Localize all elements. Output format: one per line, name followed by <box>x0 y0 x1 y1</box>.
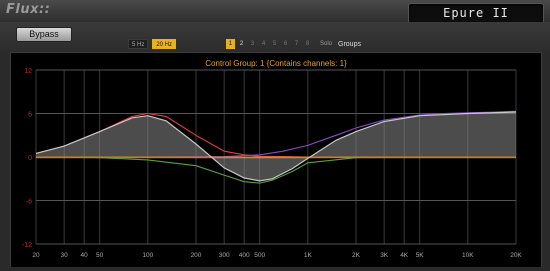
channel-1-button[interactable]: 1 <box>226 39 235 49</box>
y-tick-label: -6 <box>26 199 32 206</box>
channel-7-button[interactable]: 7 <box>292 39 301 49</box>
x-tick-label: 4K <box>400 252 409 259</box>
x-tick-label: 30 <box>61 252 69 259</box>
y-tick-label: 12 <box>24 68 32 75</box>
x-tick-label: 300 <box>219 252 230 259</box>
channel-selector: 1 2 3 4 5 6 7 8 Solo Groups <box>226 39 361 49</box>
x-tick-label: 20K <box>510 252 522 259</box>
control-group-caption: Control Group: 1 {Contains channels: 1} <box>205 59 347 68</box>
eq-graph[interactable]: 12 6 0 -6 -12 20 30 40 50 100 200 300 400 500 1K 2K 3K 4… <box>11 53 541 267</box>
y-axis-ticks: 12 6 0 -6 -12 <box>22 68 32 249</box>
resolution-5hz-button[interactable]: 5 Hz <box>128 39 149 49</box>
total-fill <box>36 112 516 181</box>
plugin-name-box: Epure II <box>408 3 544 24</box>
x-tick-label: 1K <box>304 252 313 259</box>
x-tick-label: 500 <box>254 252 265 259</box>
x-tick-label: 50 <box>96 252 104 259</box>
total-area <box>36 112 516 181</box>
x-tick-label: 3K <box>380 252 389 259</box>
channel-8-button[interactable]: 8 <box>303 39 312 49</box>
plugin-name: Epure II <box>443 6 509 20</box>
groups-button[interactable]: Groups <box>338 41 361 48</box>
toolbar: Bypass 5 Hz 20 Hz 1 2 3 4 5 6 7 8 Solo G… <box>0 22 550 52</box>
y-tick-label: 6 <box>28 112 32 119</box>
x-tick-label: 400 <box>239 252 250 259</box>
channel-2-button[interactable]: 2 <box>237 39 246 49</box>
y-tick-label: -12 <box>22 242 32 249</box>
channel-3-button[interactable]: 3 <box>248 39 257 49</box>
eq-graph-frame[interactable]: 12 6 0 -6 -12 20 30 40 50 100 200 300 400 500 1K 2K 3K 4… <box>10 52 542 267</box>
y-tick-label: 0 <box>28 155 32 162</box>
x-tick-label: 100 <box>142 252 153 259</box>
bypass-button[interactable]: Bypass <box>16 27 72 42</box>
x-tick-label: 20 <box>32 252 40 259</box>
x-tick-label: 200 <box>191 252 202 259</box>
channel-5-button[interactable]: 5 <box>270 39 279 49</box>
x-tick-label: 10K <box>462 252 474 259</box>
x-axis-ticks: 20 30 40 50 100 200 300 400 500 1K 2K 3K 4K 5K 10K 20K <box>32 252 522 259</box>
x-tick-label: 2K <box>352 252 361 259</box>
brand-logo: Flux:: <box>6 2 51 17</box>
channel-6-button[interactable]: 6 <box>281 39 290 49</box>
title-bar: Flux:: Epure II <box>0 0 550 24</box>
channel-4-button[interactable]: 4 <box>259 39 268 49</box>
resolution-20hz-button[interactable]: 20 Hz <box>152 39 177 49</box>
solo-button[interactable]: Solo <box>320 41 332 47</box>
x-tick-label: 5K <box>416 252 425 259</box>
resolution-selector: 5 Hz 20 Hz <box>128 39 177 49</box>
x-tick-label: 40 <box>81 252 89 259</box>
